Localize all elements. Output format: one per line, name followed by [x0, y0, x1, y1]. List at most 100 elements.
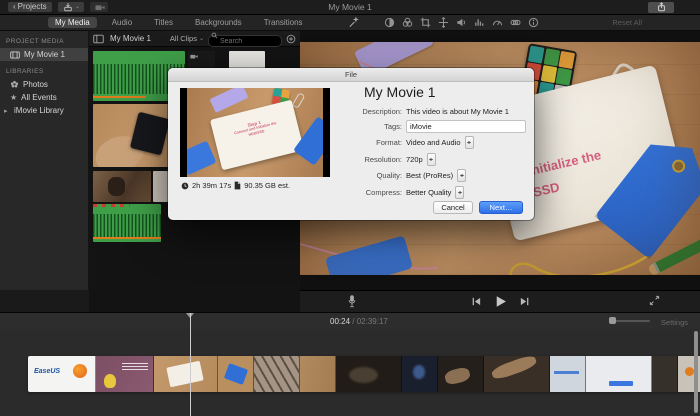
- timeline-clip-filmstrip[interactable]: EaseUS: [28, 356, 700, 392]
- star-icon: ★: [10, 94, 17, 102]
- disclosure-triangle-icon[interactable]: ▸: [4, 107, 10, 115]
- export-file-dialog: File Step 1 Connect and Initialize the H…: [168, 68, 534, 220]
- timeline-clip-frame[interactable]: [484, 356, 550, 392]
- resolution-stepper[interactable]: [427, 153, 436, 166]
- project-media-header: PROJECT MEDIA: [0, 31, 88, 48]
- compress-stepper[interactable]: [455, 186, 464, 199]
- timeline-clip-frame[interactable]: [550, 356, 586, 392]
- timeline-clip-frame[interactable]: [402, 356, 438, 392]
- tab-transitions[interactable]: Transitions: [257, 17, 310, 28]
- timeline-clip-frame[interactable]: [218, 356, 254, 392]
- projects-label: Projects: [18, 2, 47, 12]
- window-titlebar: ‹ Projects ⌄ My Movie 1: [0, 0, 700, 15]
- slider-thumb[interactable]: [609, 317, 616, 324]
- field-label: Compress:: [338, 188, 402, 197]
- format-stepper[interactable]: [465, 136, 474, 149]
- enhance-wand-icon[interactable]: [348, 17, 359, 28]
- projects-back-button[interactable]: ‹ Projects: [8, 2, 52, 12]
- timeline-clip-frame[interactable]: [652, 356, 678, 392]
- reset-all-label[interactable]: Reset All: [612, 18, 642, 27]
- previous-icon[interactable]: [471, 296, 482, 307]
- timeline-clip-frame[interactable]: [254, 356, 300, 392]
- tab-my-media[interactable]: My Media: [48, 17, 97, 28]
- chevron-left-icon: ‹: [13, 2, 16, 12]
- stabilization-icon[interactable]: [438, 17, 449, 28]
- speed-icon[interactable]: [492, 17, 503, 28]
- clip-info-icon[interactable]: [528, 17, 539, 28]
- export-preview: Step 1 Connect and Initialize the HDD/SS…: [180, 88, 330, 177]
- cancel-button[interactable]: Cancel: [433, 201, 473, 214]
- clock-icon: [181, 182, 189, 190]
- play-icon[interactable]: [494, 295, 507, 308]
- chevron-down-icon: ⌄: [75, 4, 80, 10]
- effects-icon[interactable]: [510, 17, 521, 28]
- audio-clip-thumbnail[interactable]: [93, 204, 161, 242]
- file-icon: [234, 181, 241, 190]
- color-correction-icon[interactable]: [402, 17, 413, 28]
- timeline-clip-frame[interactable]: [154, 356, 218, 392]
- sidebar-item-all-events[interactable]: ★ All Events: [0, 91, 88, 104]
- add-icon[interactable]: [286, 34, 296, 44]
- quality-stepper[interactable]: [457, 169, 466, 182]
- timecode-current: 00:24: [330, 317, 350, 326]
- tab-backgrounds[interactable]: Backgrounds: [188, 17, 249, 28]
- field-label: Description:: [338, 107, 402, 116]
- phone-shape: [131, 112, 171, 155]
- timeline-clip-frame[interactable]: [96, 356, 154, 392]
- field-label: Format:: [338, 138, 402, 147]
- search-icon: [211, 32, 218, 39]
- tag-caption-line1: initialize the: [527, 147, 603, 178]
- sidebar-toggle-icon[interactable]: [93, 34, 104, 44]
- timeline-clip-frame[interactable]: [336, 356, 402, 392]
- media-tabs: My Media Audio Titles Backgrounds Transi…: [48, 16, 310, 29]
- sidebar-item-label: Photos: [23, 80, 48, 89]
- sidebar-item-label: iMovie Library: [14, 106, 64, 115]
- playhead-line[interactable]: [190, 313, 191, 416]
- share-button[interactable]: [648, 2, 674, 13]
- video-clip-thumbnail[interactable]: [153, 171, 168, 202]
- timeline[interactable]: EaseUS: [0, 329, 700, 416]
- fullscreen-icon[interactable]: [649, 295, 660, 306]
- clips-filter-dropdown[interactable]: All Clips ⌄: [170, 34, 204, 43]
- noise-reduction-icon[interactable]: [474, 17, 485, 28]
- paperclip-shape: [594, 60, 639, 113]
- timeline-clip-frame[interactable]: [300, 356, 336, 392]
- libraries-sidebar: PROJECT MEDIA My Movie 1 LIBRARIES Photo…: [0, 31, 89, 290]
- timeline-clip-frame[interactable]: [586, 356, 652, 392]
- compress-value: Better Quality: [406, 188, 451, 197]
- paperclip-shape: [292, 92, 306, 108]
- timeline-clip-frame[interactable]: [438, 356, 484, 392]
- white-tag-shape: Step 1 Connect and Initialize the HDD/SS…: [210, 100, 304, 171]
- timeline-zoom-slider[interactable]: [610, 320, 650, 322]
- next-button[interactable]: Next…: [479, 201, 523, 214]
- camera-icon: [190, 53, 198, 60]
- tags-input[interactable]: [406, 120, 526, 133]
- sidebar-item-imovie-library[interactable]: ▸ iMovie Library: [0, 104, 88, 117]
- timeline-clip-frame[interactable]: EaseUS: [28, 356, 96, 392]
- share-icon: [656, 2, 667, 12]
- export-stats: 2h 39m 17s 90.35 GB est.: [181, 181, 290, 190]
- video-clip-thumbnail[interactable]: [93, 171, 151, 202]
- sidebar-item-my-movie[interactable]: My Movie 1: [0, 48, 88, 61]
- playback-bar: [300, 290, 700, 313]
- import-media-button[interactable]: ⌄: [58, 2, 84, 12]
- filter-label: All Clips: [170, 34, 197, 43]
- next-icon[interactable]: [519, 296, 530, 307]
- crop-icon[interactable]: [420, 17, 431, 28]
- tab-titles[interactable]: Titles: [147, 17, 180, 28]
- color-balance-icon[interactable]: [384, 17, 395, 28]
- range-marker: [93, 237, 161, 239]
- sidebar-item-photos[interactable]: Photos: [0, 78, 88, 91]
- search-input[interactable]: [208, 35, 282, 47]
- timeline-scrollbar[interactable]: [694, 331, 698, 413]
- export-settings: My Movie 1 Description: This video is ab…: [338, 84, 526, 202]
- timeline-settings-button[interactable]: Settings: [661, 318, 688, 327]
- libraries-header: LIBRARIES: [0, 61, 88, 78]
- field-label: Tags:: [338, 122, 402, 131]
- volume-icon[interactable]: [456, 17, 467, 28]
- tag-caption-text: initialize the SSD: [526, 144, 609, 204]
- camera-button[interactable]: [90, 2, 108, 12]
- tab-audio[interactable]: Audio: [105, 17, 139, 28]
- blue-tag-shape: [187, 141, 216, 176]
- tab-toolbar: My Media Audio Titles Backgrounds Transi…: [0, 15, 700, 31]
